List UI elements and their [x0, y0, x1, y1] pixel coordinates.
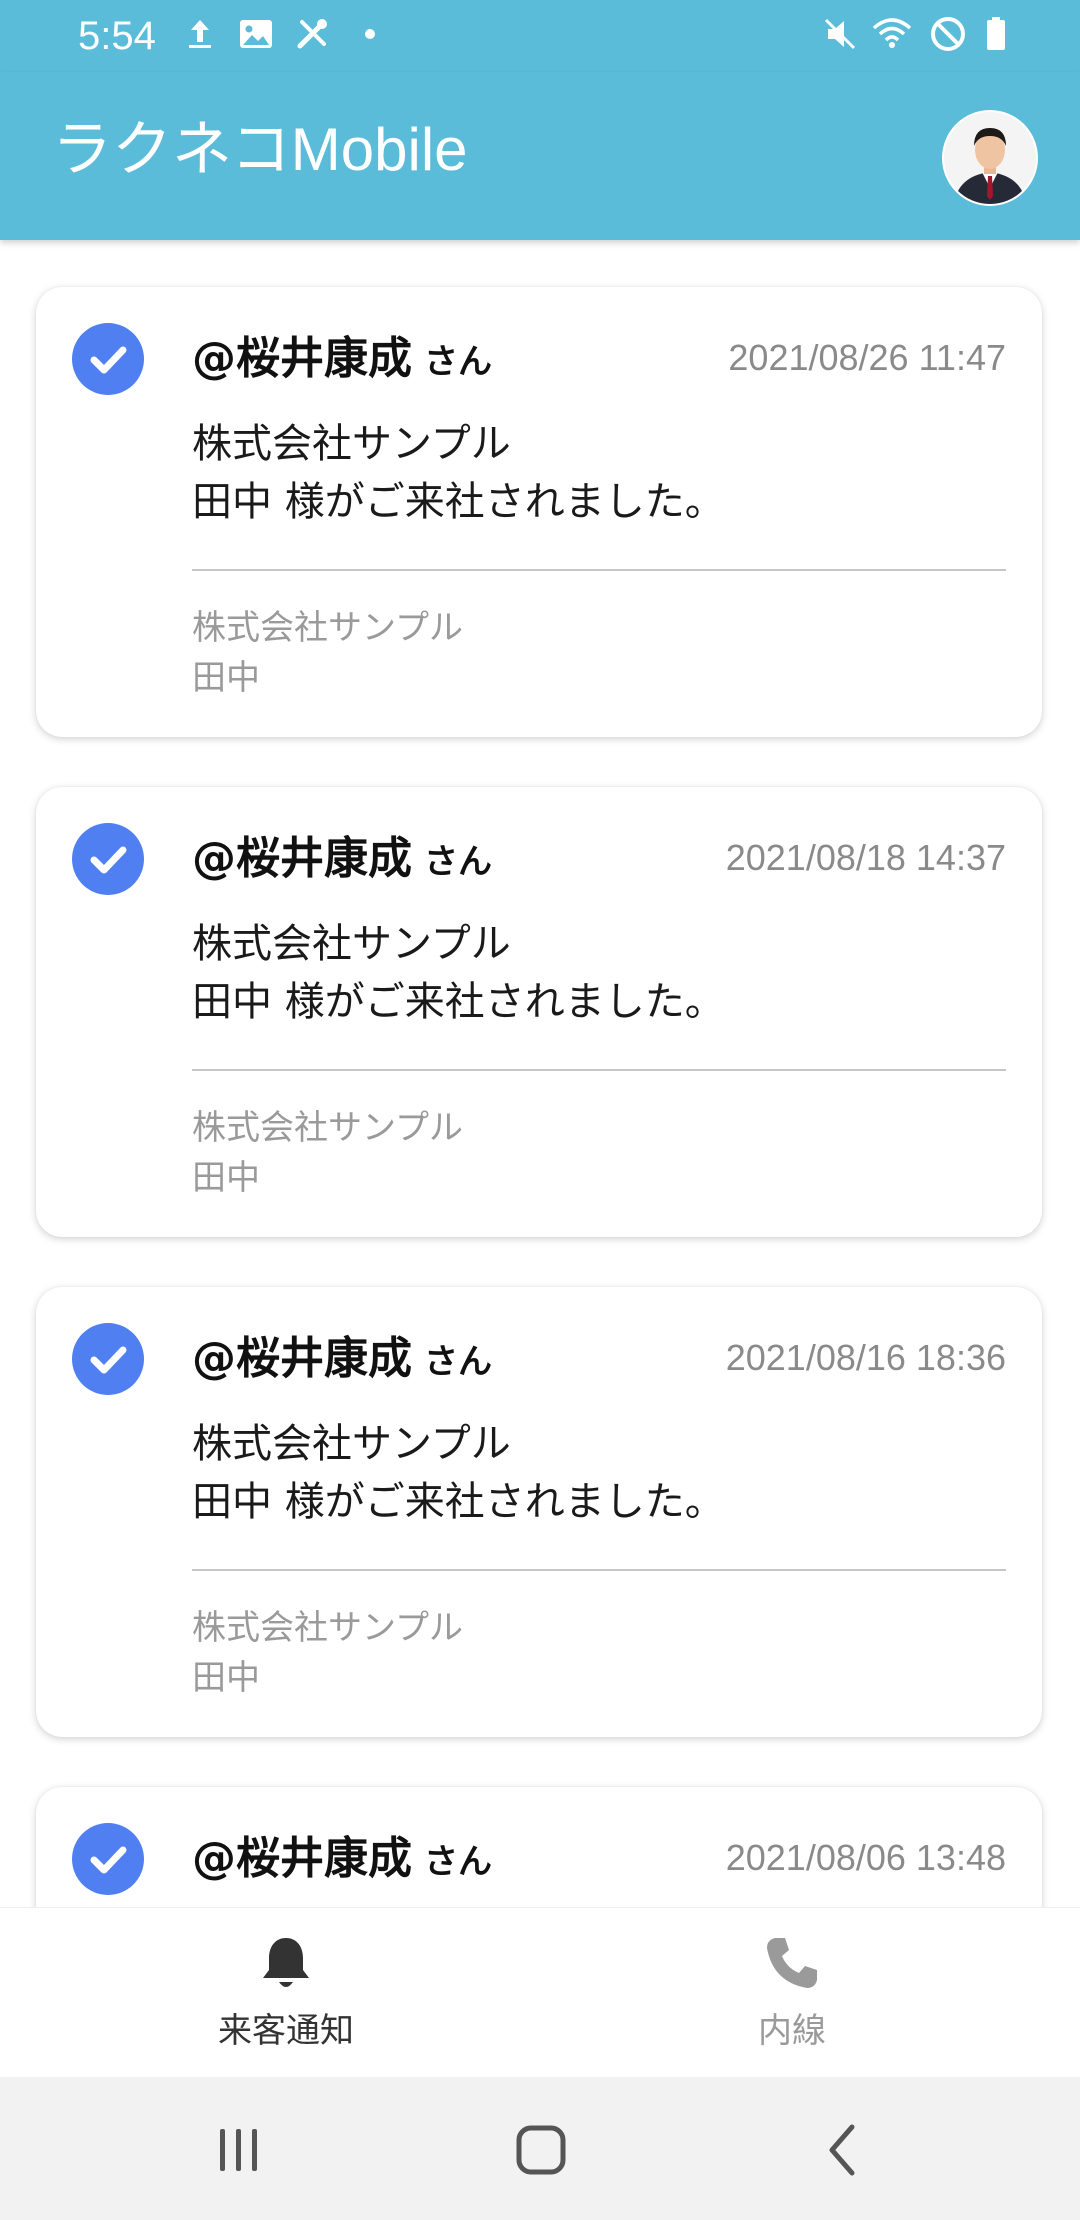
notification-card[interactable]: @桜井康成 さん 2021/08/18 14:37 株式会社サンプル 田中 様がご… [36, 787, 1042, 1237]
phone-icon [767, 1938, 817, 1988]
visitor-company: 株式会社サンプル [192, 608, 463, 648]
honorific-label: さん [424, 842, 492, 882]
bell-icon [263, 1938, 309, 1987]
divider [192, 569, 1006, 571]
app-bar: ラクネコMobile [0, 72, 1080, 240]
message-line-arrival: 田中 様がご来社されました。 [192, 979, 725, 1025]
notification-card[interactable]: @桜井康成 さん 2021/08/16 18:36 株式会社サンプル 田中 様がご… [36, 1287, 1042, 1737]
message-line-company: 株式会社サンプル [192, 421, 511, 467]
notification-datetime: 2021/08/06 13:48 [725, 1837, 1006, 1878]
system-navigation-bar [0, 2077, 1080, 2220]
divider [192, 1569, 1006, 1571]
notification-card[interactable]: @桜井康成 さん 2021/08/06 13:48 [36, 1787, 1042, 1907]
visitor-company: 株式会社サンプル [192, 1108, 463, 1148]
profile-avatar[interactable] [942, 110, 1038, 206]
message-line-company: 株式会社サンプル [192, 1421, 511, 1467]
sender-label: @桜井康成 [192, 833, 412, 884]
upload-icon [189, 20, 211, 48]
battery-icon [987, 17, 1005, 50]
sender-label: @桜井康成 [192, 1833, 412, 1884]
do-not-disturb-icon [931, 17, 965, 51]
check-icon [72, 1823, 144, 1895]
sender-name: @桜井康成 さん [192, 1331, 492, 1390]
divider [192, 1069, 1006, 1071]
nav-label: 来客通知 [218, 2011, 354, 2051]
visitor-info: 株式会社サンプル 田中 [192, 1103, 463, 1203]
notification-message: 株式会社サンプル 田中 様がご来社されました。 [192, 915, 725, 1031]
status-bar: 5:54 [0, 0, 1080, 72]
tools-icon [297, 19, 327, 49]
app-title: ラクネコMobile [52, 116, 468, 183]
visitor-info: 株式会社サンプル 田中 [192, 603, 463, 703]
honorific-label: さん [424, 342, 492, 382]
avatar-portrait [944, 112, 1036, 204]
honorific-label: さん [424, 1342, 492, 1382]
message-line-arrival: 田中 様がご来社されました。 [192, 1479, 725, 1525]
sender-label: @桜井康成 [192, 1333, 412, 1384]
notification-datetime: 2021/08/16 18:36 [725, 1337, 1006, 1378]
message-line-arrival: 田中 様がご来社されました。 [192, 479, 725, 525]
visitor-name: 田中 [192, 1658, 260, 1698]
nav-visitor-notifications[interactable]: 来客通知 [16, 1908, 556, 2078]
notification-datetime: 2021/08/26 11:47 [728, 337, 1006, 378]
sender-name: @桜井康成 さん [192, 831, 492, 890]
notification-list[interactable]: @桜井康成 さん 2021/08/26 11:47 株式会社サンプル 田中 様がご… [0, 240, 1080, 1907]
wifi-icon [872, 18, 912, 48]
home-icon[interactable] [508, 2117, 574, 2183]
bottom-navigation: 来客通知 内線 [0, 1907, 1080, 2078]
back-icon[interactable] [810, 2117, 876, 2183]
notification-datetime: 2021/08/18 14:37 [725, 837, 1006, 878]
notification-message: 株式会社サンプル 田中 様がご来社されました。 [192, 415, 725, 531]
recent-apps-icon[interactable] [206, 2117, 272, 2183]
message-line-company: 株式会社サンプル [192, 921, 511, 967]
visitor-info: 株式会社サンプル 田中 [192, 1603, 463, 1703]
notification-card[interactable]: @桜井康成 さん 2021/08/26 11:47 株式会社サンプル 田中 様がご… [36, 287, 1042, 737]
mute-icon [824, 18, 856, 50]
app-screen: 5:54 ラクネコMobile @桜井康成 さん 2021/08/26 11:4… [0, 0, 1080, 2220]
check-icon [72, 1323, 144, 1395]
sender-name: @桜井康成 さん [192, 331, 492, 390]
check-icon [72, 823, 144, 895]
visitor-name: 田中 [192, 1158, 260, 1198]
visitor-company: 株式会社サンプル [192, 1608, 463, 1648]
sender-label: @桜井康成 [192, 333, 412, 384]
nav-label: 内線 [758, 2011, 826, 2051]
honorific-label: さん [424, 1842, 492, 1882]
check-icon [72, 323, 144, 395]
visitor-name: 田中 [192, 658, 260, 698]
notification-message: 株式会社サンプル 田中 様がご来社されました。 [192, 1415, 725, 1531]
sender-name: @桜井康成 さん [192, 1831, 492, 1890]
dot-icon [365, 29, 375, 39]
status-time: 5:54 [78, 14, 156, 58]
image-icon [240, 20, 272, 48]
nav-extension[interactable]: 内線 [522, 1908, 1062, 2078]
